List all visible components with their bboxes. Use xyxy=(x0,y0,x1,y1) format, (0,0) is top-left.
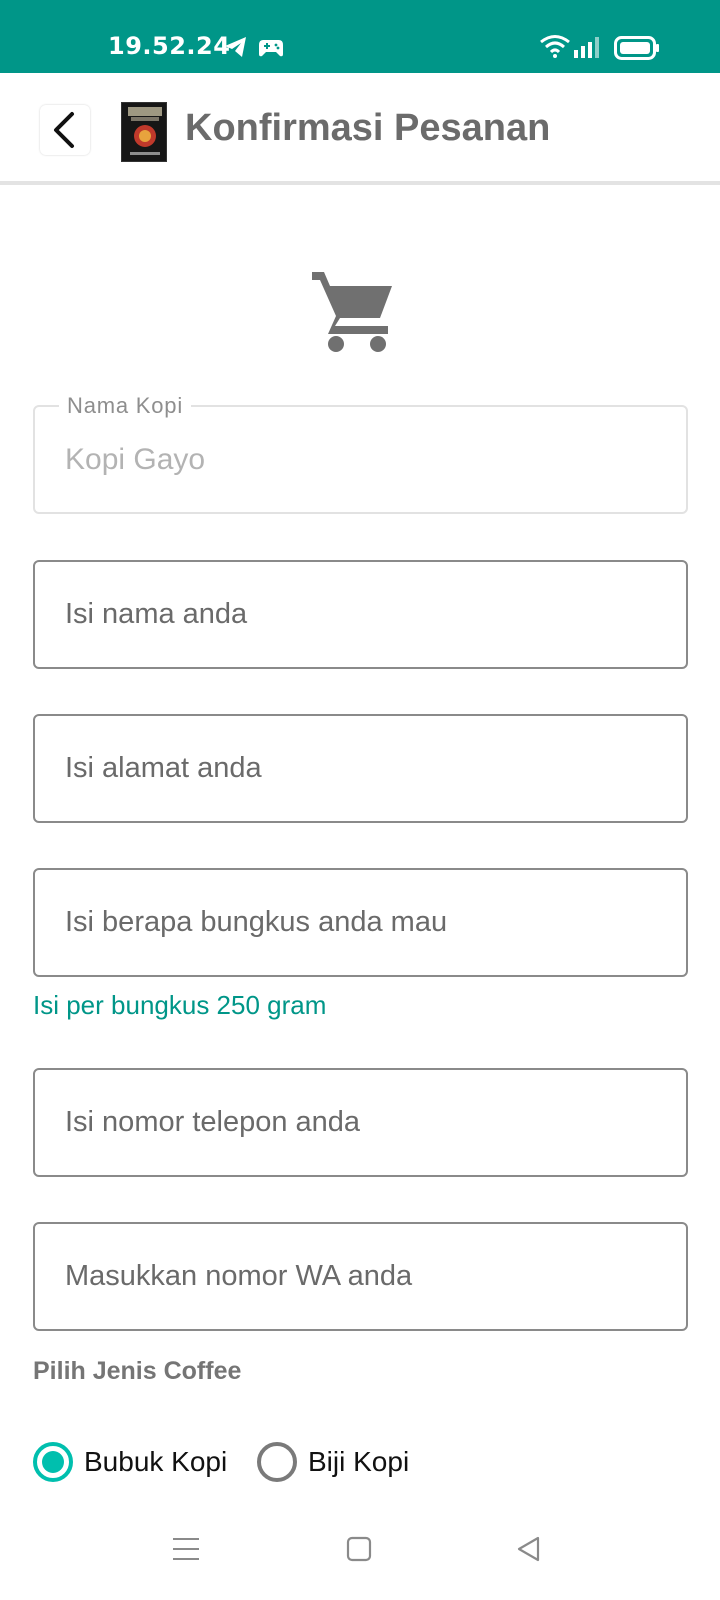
telegram-icon xyxy=(224,36,248,63)
system-nav-bar xyxy=(0,1508,720,1600)
menu-icon[interactable] xyxy=(172,1536,200,1567)
radio-bubuk-kopi-label: Bubuk Kopi xyxy=(84,1446,228,1477)
name-field[interactable] xyxy=(33,560,688,669)
radio-unchecked-icon[interactable] xyxy=(257,1442,297,1482)
chevron-left-icon xyxy=(54,112,74,148)
coffee-type-label: Pilih Jenis Coffee xyxy=(33,1357,242,1385)
quantity-input[interactable] xyxy=(65,870,655,975)
whatsapp-input[interactable] xyxy=(65,1224,655,1329)
battery-icon xyxy=(614,36,660,65)
phone-input[interactable] xyxy=(65,1070,655,1175)
quantity-helper-text: Isi per bungkus 250 gram xyxy=(33,990,327,1020)
radio-checked-icon[interactable] xyxy=(33,1442,73,1482)
shopping-cart-icon xyxy=(310,268,398,356)
status-time: 19.52.24 xyxy=(108,32,231,60)
page-title: Konfirmasi Pesanan xyxy=(185,107,551,149)
app-bar: Konfirmasi Pesanan xyxy=(0,73,720,185)
coffee-logo xyxy=(121,102,167,162)
status-bar: 19.52.24 xyxy=(0,0,720,73)
home-icon[interactable] xyxy=(346,1536,372,1567)
whatsapp-field[interactable] xyxy=(33,1222,688,1331)
coffee-name-label: Nama Kopi xyxy=(59,393,192,419)
wifi-icon xyxy=(539,34,571,63)
back-triangle-icon[interactable] xyxy=(516,1536,542,1567)
quantity-field[interactable] xyxy=(33,868,688,977)
radio-biji-kopi[interactable]: Biji Kopi xyxy=(257,1440,409,1484)
radio-bubuk-kopi[interactable]: Bubuk Kopi xyxy=(33,1440,227,1484)
coffee-name-field: Nama Kopi Kopi Gayo xyxy=(33,393,688,514)
address-input[interactable] xyxy=(65,716,655,821)
coffee-name-value: Kopi Gayo xyxy=(65,443,206,476)
back-button[interactable] xyxy=(40,105,90,155)
radio-biji-kopi-label: Biji Kopi xyxy=(308,1446,410,1477)
gamepad-icon xyxy=(258,38,284,63)
signal-icon xyxy=(574,36,604,63)
address-field[interactable] xyxy=(33,714,688,823)
phone-field[interactable] xyxy=(33,1068,688,1177)
name-input[interactable] xyxy=(65,562,655,667)
